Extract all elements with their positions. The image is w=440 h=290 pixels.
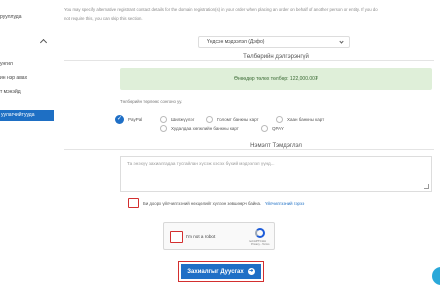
radio-golomt[interactable]: Голомт банкны карт — [206, 116, 259, 123]
captcha-label: I'm not a robot — [186, 234, 216, 239]
notes-textarea[interactable]: Та энэхүү захиалгадаа тусгайлан хүсэж хэ… — [120, 156, 432, 192]
arrow-right-icon: ➜ — [247, 268, 255, 275]
radio-tdb[interactable]: Худалдаа хөгжлийн банкны карт — [160, 125, 239, 132]
sidebar: рууллуда унгил ин нэр авах т мэнэйд уула… — [0, 0, 54, 290]
notes-title: Нэмэлт Тэмдэглэл — [176, 143, 376, 149]
recaptcha-links[interactable]: Privacy - Terms — [251, 243, 269, 246]
divider — [64, 149, 434, 150]
radio-dot — [276, 116, 283, 123]
resize-handle-icon[interactable] — [424, 184, 429, 189]
sidebar-item-4[interactable]: т мэнэйд — [0, 89, 21, 95]
radio-transfer[interactable]: Шилжүүлэг — [160, 116, 194, 123]
radio-label: Худалдаа хөгжлийн банкны карт — [171, 126, 239, 131]
checkout-main: You may specify alternative registrant c… — [56, 0, 440, 290]
payment-title: Төлбөрийн дэлгэрэнгүй — [176, 54, 376, 60]
intro-text: You may specify alternative registrant c… — [64, 7, 378, 21]
terms-checkbox[interactable] — [128, 198, 139, 208]
radio-dot — [160, 125, 167, 132]
recaptcha-logo-icon — [255, 228, 265, 238]
payment-amount-box: Өнөөдөр төлөх төлбөр: 122,000.00₮ — [120, 68, 432, 90]
chevron-up-icon[interactable] — [39, 38, 48, 47]
terms-row: Би доорх үйлчилгээний нөхцөлийг хүлээн з… — [128, 198, 304, 208]
sidebar-item-3[interactable]: ин нэр авах — [0, 75, 27, 81]
terms-text: Би доорх үйлчилгээний нөхцөлийг хүлээн з… — [143, 200, 262, 206]
radio-label: Шилжүүлэг — [171, 117, 195, 122]
radio-label: Голомт банкны карт — [217, 117, 259, 122]
radio-qpay[interactable]: QPAY — [261, 125, 284, 132]
contact-select[interactable]: Үндсэн мэдээлэл (Дэфо) — [198, 36, 350, 48]
terms-link[interactable]: Үйлчилгээний гэрээ — [265, 201, 304, 206]
submit-label: Захиалгыг Дуусгах — [187, 268, 244, 275]
radio-label: Хаан банкны карт — [287, 117, 325, 122]
complete-order-button[interactable]: Захиалгыг Дуусгах ➜ — [181, 264, 261, 279]
divider — [64, 60, 434, 61]
submit-highlight: Захиалгыг Дуусгах ➜ — [178, 261, 264, 282]
payment-method-note: Төлбөрийн төрлөөс сонгоно уу. — [120, 99, 183, 104]
radio-dot — [206, 116, 213, 123]
radio-khan[interactable]: Хаан банкны карт — [276, 116, 324, 123]
contact-select-value: Үндсэн мэдээлэл (Дэфо) — [207, 39, 265, 45]
check-icon: ✓ — [115, 115, 124, 124]
recaptcha-widget: I'm not a robot reCAPTCHA Privacy - Term… — [163, 222, 275, 250]
sidebar-item-1[interactable]: рууллуда — [0, 14, 21, 20]
sidebar-item-active[interactable]: уулагчийтууда — [0, 110, 54, 121]
radio-dot — [261, 125, 268, 132]
sidebar-item-2[interactable]: унгил — [0, 61, 13, 67]
radio-label: QPAY — [272, 126, 284, 131]
chevron-down-icon — [339, 39, 344, 44]
notes-placeholder: Та энэхүү захиалгадаа тусгайлан хүсэж хэ… — [127, 161, 275, 166]
captcha-checkbox[interactable] — [170, 231, 183, 243]
radio-paypal[interactable]: ✓ PayPal — [115, 115, 142, 124]
radio-dot — [160, 116, 167, 123]
radio-label: PayPal — [128, 117, 143, 122]
